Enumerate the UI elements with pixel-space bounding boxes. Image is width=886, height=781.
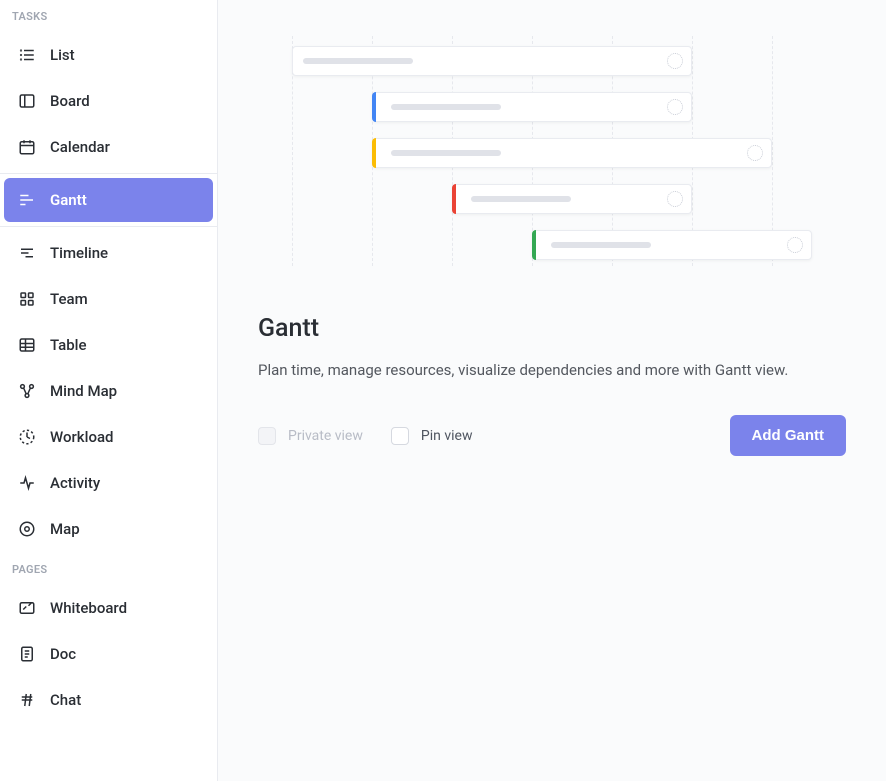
sidebar-item-label: Team <box>50 290 88 308</box>
page-title: Gantt <box>258 314 846 343</box>
pages-section-header: PAGES <box>0 553 217 584</box>
sidebar-item-chat[interactable]: Chat <box>4 678 213 722</box>
sidebar: TASKS List Board Calendar Gantt Timeline… <box>0 0 218 781</box>
sidebar-item-timeline[interactable]: Timeline <box>4 231 213 275</box>
page-description: Plan time, manage resources, visualize d… <box>258 361 846 379</box>
sidebar-item-label: List <box>50 46 75 64</box>
checkbox-label: Private view <box>288 428 363 444</box>
sidebar-item-calendar[interactable]: Calendar <box>4 125 213 169</box>
doc-icon <box>18 645 36 663</box>
sidebar-item-board[interactable]: Board <box>4 79 213 123</box>
gantt-illustration <box>258 36 846 266</box>
sidebar-item-label: Whiteboard <box>50 599 127 617</box>
sidebar-item-label: Board <box>50 92 90 110</box>
sidebar-item-team[interactable]: Team <box>4 277 213 321</box>
pin-view-checkbox[interactable]: Pin view <box>391 427 473 445</box>
calendar-icon <box>18 138 36 156</box>
illustration-bar <box>372 92 692 122</box>
illustration-bar <box>532 230 812 260</box>
gantt-icon <box>18 191 36 209</box>
board-icon <box>18 92 36 110</box>
divider <box>0 173 217 174</box>
sidebar-item-doc[interactable]: Doc <box>4 632 213 676</box>
mindmap-icon <box>18 382 36 400</box>
sidebar-item-label: Activity <box>50 474 100 492</box>
checkbox-box <box>391 427 409 445</box>
tasks-section-header: TASKS <box>0 0 217 31</box>
list-icon <box>18 46 36 64</box>
checkbox-label: Pin view <box>421 428 473 444</box>
divider <box>0 226 217 227</box>
sidebar-item-label: Timeline <box>50 244 108 262</box>
private-view-checkbox: Private view <box>258 427 363 445</box>
main-content: Gantt Plan time, manage resources, visua… <box>218 0 886 781</box>
sidebar-item-label: Mind Map <box>50 382 117 400</box>
sidebar-item-table[interactable]: Table <box>4 323 213 367</box>
sidebar-item-label: Table <box>50 336 87 354</box>
team-icon <box>18 290 36 308</box>
table-icon <box>18 336 36 354</box>
illustration-bar <box>452 184 692 214</box>
illustration-bar <box>372 138 772 168</box>
add-gantt-button[interactable]: Add Gantt <box>730 415 847 456</box>
sidebar-item-label: Calendar <box>50 138 110 156</box>
sidebar-item-activity[interactable]: Activity <box>4 461 213 505</box>
timeline-icon <box>18 244 36 262</box>
sidebar-item-gantt[interactable]: Gantt <box>4 178 213 222</box>
sidebar-item-label: Map <box>50 520 80 538</box>
sidebar-item-workload[interactable]: Workload <box>4 415 213 459</box>
map-icon <box>18 520 36 538</box>
chat-icon <box>18 691 36 709</box>
sidebar-item-label: Doc <box>50 645 76 663</box>
illustration-bar <box>292 46 692 76</box>
sidebar-item-label: Gantt <box>50 191 87 209</box>
whiteboard-icon <box>18 599 36 617</box>
activity-icon <box>18 474 36 492</box>
sidebar-item-list[interactable]: List <box>4 33 213 77</box>
sidebar-item-mindmap[interactable]: Mind Map <box>4 369 213 413</box>
sidebar-item-whiteboard[interactable]: Whiteboard <box>4 586 213 630</box>
sidebar-item-label: Chat <box>50 691 81 709</box>
sidebar-item-label: Workload <box>50 428 114 446</box>
controls-row: Private view Pin view Add Gantt <box>258 415 846 456</box>
sidebar-item-map[interactable]: Map <box>4 507 213 551</box>
checkbox-box <box>258 427 276 445</box>
workload-icon <box>18 428 36 446</box>
